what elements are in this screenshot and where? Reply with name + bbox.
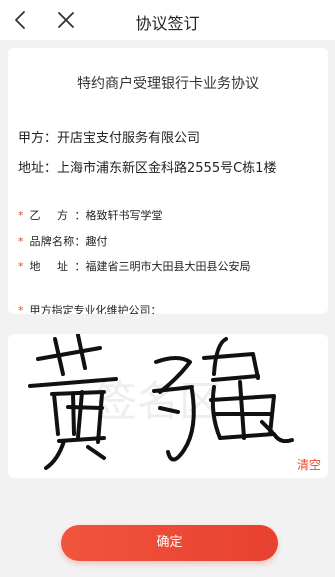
confirm-button[interactable]: 确定 [61, 525, 278, 561]
required-star-icon: * [18, 260, 24, 273]
required-star-icon: * [18, 209, 24, 222]
field-label: 地 址： [29, 260, 86, 273]
signature-canvas[interactable]: 签名区 [8, 334, 328, 478]
field-label: 品牌名称： [29, 235, 86, 248]
field-label: 乙 方： [29, 209, 86, 222]
address-label: 地址： [18, 161, 58, 176]
party-a-label: 甲方： [18, 131, 58, 146]
field-maintenance-company: * 甲方指定专业化维护公司： [18, 302, 162, 314]
field-address: * 地 址：福建省三明市大田县大田县公安局 [18, 258, 251, 274]
field-brand-name: * 品牌名称：趣付 [18, 233, 108, 249]
field-value: 福建省三明市大田县大田县公安局 [85, 260, 251, 273]
field-value: 格致轩书写学堂 [85, 209, 163, 222]
field-label: 甲方指定专业化维护公司： [29, 304, 162, 314]
page-title: 协议签订 [135, 14, 200, 33]
address-value: 上海市浦东新区金科路2555号C栋1楼 [57, 161, 277, 176]
top-nav-bar: 协议签订 [0, 0, 335, 40]
field-party-b: * 乙 方：格致轩书写学堂 [18, 207, 163, 223]
signature-watermark: 签名区 [95, 377, 221, 426]
party-a-address-row: 地址：上海市浦东新区金科路2555号C栋1楼 [18, 157, 276, 176]
party-a-row: 甲方：开店宝支付服务有限公司 [18, 127, 200, 146]
agreement-title: 特约商户受理银行卡业务协议 [77, 76, 259, 92]
agreement-card: 特约商户受理银行卡业务协议 甲方：开店宝支付服务有限公司 地址：上海市浦东新区金… [8, 48, 328, 314]
clear-signature-button[interactable]: 清空 [297, 456, 321, 473]
field-value: 趣付 [85, 235, 108, 248]
signature-pad[interactable]: 签名区 清空 [8, 334, 328, 478]
required-star-icon: * [18, 235, 24, 248]
party-a-name: 开店宝支付服务有限公司 [57, 131, 201, 146]
required-star-icon: * [18, 304, 24, 314]
